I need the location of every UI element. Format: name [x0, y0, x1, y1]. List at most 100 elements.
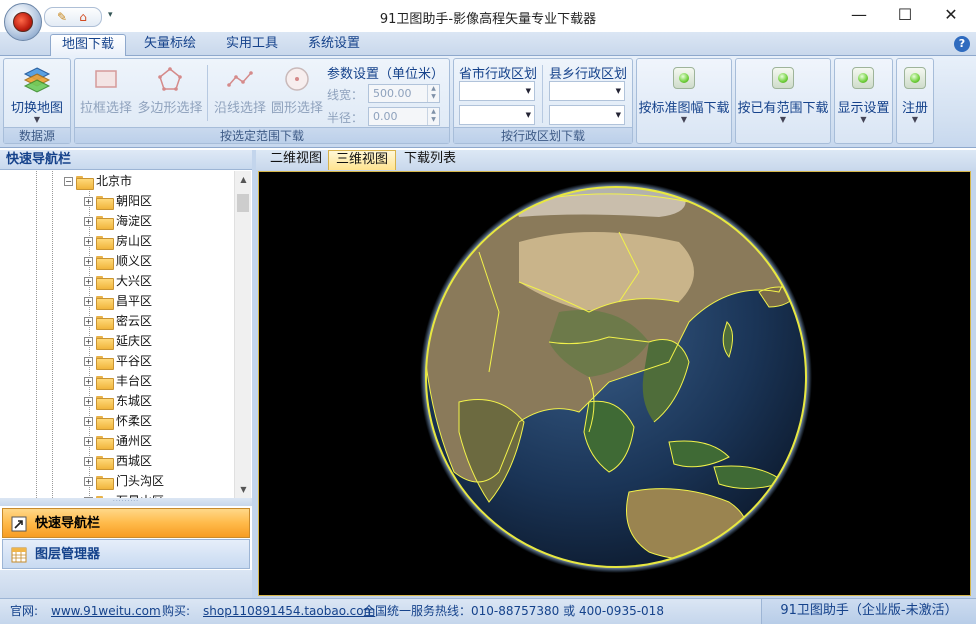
expand-icon[interactable]: + — [84, 377, 93, 386]
tree-node-label: 东城区 — [116, 394, 153, 408]
tree-node-label: 门头沟区 — [116, 474, 165, 488]
tree-node-label: 大兴区 — [116, 274, 153, 288]
spinner-arrows-icon[interactable]: ▲ ▼ — [427, 85, 439, 102]
layer-manager-button[interactable]: 图层管理器 — [2, 539, 250, 569]
folder-icon — [96, 395, 114, 410]
tab-utilities[interactable]: 实用工具 — [214, 34, 290, 56]
display-settings-label: 显示设置 — [837, 101, 890, 116]
minimize-button[interactable]: — — [836, 4, 882, 28]
collapse-icon[interactable]: − — [64, 177, 73, 186]
tree-node[interactable]: + 朝阳区 — [84, 191, 152, 211]
expand-icon[interactable]: + — [84, 217, 93, 226]
tree-node[interactable]: + 平谷区 — [84, 351, 152, 371]
website-link[interactable]: www.91weitu.com — [51, 599, 161, 623]
scroll-thumb[interactable] — [237, 194, 249, 212]
tree-node[interactable]: + 房山区 — [84, 231, 152, 251]
register-button[interactable]: 注册 ▼ — [896, 58, 934, 144]
window-title: 91卫图助手-影像高程矢量专业下载器 — [379, 12, 597, 27]
tree-node[interactable]: + 西城区 — [84, 451, 152, 471]
rect-select-button[interactable]: 拉框选择 — [77, 63, 135, 125]
city-select[interactable]: ▼ — [459, 105, 535, 125]
tree-node[interactable]: + 怀柔区 — [84, 411, 152, 431]
tree-scrollbar[interactable]: ▲ ▼ — [234, 171, 251, 498]
tree-node-root[interactable]: − 北京市 — [64, 171, 132, 191]
expand-icon[interactable]: + — [84, 397, 93, 406]
radius-value: 0.00 — [373, 110, 398, 123]
tree-node-label: 密云区 — [116, 314, 153, 328]
tree-node[interactable]: + 密云区 — [84, 311, 152, 331]
shop-link[interactable]: shop110891454.taobao.com — [203, 599, 375, 623]
nav-panel-button-label: 快速导航栏 — [35, 516, 101, 531]
line-width-input[interactable]: 500.00 ▲ ▼ — [368, 84, 440, 103]
view-tab-bar: 二维视图 三维视图 下载列表 — [256, 150, 976, 170]
switch-map-label: 切换地图 — [10, 101, 63, 116]
help-icon[interactable]: ? — [954, 36, 970, 52]
globe-3d-view[interactable] — [258, 171, 971, 596]
standard-sheet-download-button[interactable]: 按标准图幅下载 ▼ — [636, 58, 732, 144]
status-bar: 官网: www.91weitu.com 购买: shop110891454.ta… — [0, 598, 976, 624]
tree-node[interactable]: +石景山区 — [84, 491, 164, 498]
expand-icon[interactable]: + — [84, 257, 93, 266]
tree-node[interactable]: + 顺义区 — [84, 251, 152, 271]
divider — [207, 65, 208, 121]
website-label: 官网: — [10, 604, 39, 618]
circle-select-button[interactable]: 圆形选择 — [269, 63, 325, 125]
radius-input[interactable]: 0.00 ▲ ▼ — [368, 107, 440, 126]
expand-icon[interactable]: + — [84, 297, 93, 306]
expand-icon[interactable]: + — [84, 337, 93, 346]
folder-icon — [96, 195, 114, 210]
close-button[interactable]: ✕ — [928, 4, 974, 28]
folder-icon — [96, 255, 114, 270]
rectangle-icon — [95, 70, 117, 88]
tree-node[interactable]: + 门头沟区 — [84, 471, 164, 491]
switch-map-button[interactable]: 切换地图 ▼ — [4, 63, 70, 125]
tree-node[interactable]: + 丰台区 — [84, 371, 152, 391]
tree-node[interactable]: + 延庆区 — [84, 331, 152, 351]
tab-2d-view[interactable]: 二维视图 — [262, 150, 330, 170]
group-admin-download-label: 按行政区划下载 — [454, 127, 632, 143]
globe-image[interactable] — [259, 172, 971, 596]
tab-3d-view[interactable]: 三维视图 — [328, 150, 396, 170]
panel-splitter[interactable]: ········· — [0, 498, 252, 506]
tab-download-list[interactable]: 下载列表 — [396, 150, 464, 170]
expand-icon[interactable]: + — [84, 277, 93, 286]
line-width-value: 500.00 — [373, 87, 412, 100]
chevron-down-icon: ▼ — [911, 115, 919, 124]
nav-panel-button[interactable]: 快速导航栏 — [2, 508, 250, 538]
tree-node-label: 顺义区 — [116, 254, 153, 268]
title-bar: ✎ ⌂ ▾ 91卫图助手-影像高程矢量专业下载器 — ☐ ✕ — [0, 0, 976, 32]
line-select-button[interactable]: 沿线选择 — [211, 63, 269, 125]
expand-icon[interactable]: + — [84, 357, 93, 366]
county-select[interactable]: ▼ — [549, 81, 625, 101]
nav-panel-title: 快速导航栏 — [0, 150, 252, 170]
tab-vector-plot[interactable]: 矢量标绘 — [132, 34, 208, 56]
display-settings-button[interactable]: 显示设置 ▼ — [834, 58, 893, 144]
expand-icon[interactable]: + — [84, 317, 93, 326]
scroll-down-icon[interactable]: ▼ — [235, 481, 252, 498]
expand-icon[interactable]: + — [84, 457, 93, 466]
app-menu-button[interactable] — [4, 3, 42, 41]
expand-icon[interactable]: + — [84, 437, 93, 446]
spinner-arrows-icon[interactable]: ▲ ▼ — [427, 108, 439, 125]
app-logo-icon — [13, 12, 33, 32]
tree-node[interactable]: + 大兴区 — [84, 271, 152, 291]
tab-system-settings[interactable]: 系统设置 — [296, 34, 372, 56]
shortcut-arrow-icon — [11, 516, 27, 532]
maximize-button[interactable]: ☐ — [882, 4, 928, 28]
scroll-up-icon[interactable]: ▲ — [235, 171, 252, 188]
tab-map-download[interactable]: 地图下载 — [50, 34, 126, 56]
town-select[interactable]: ▼ — [549, 105, 625, 125]
tree-node[interactable]: + 通州区 — [84, 431, 152, 451]
tree-node[interactable]: + 东城区 — [84, 391, 152, 411]
folder-icon — [96, 415, 114, 430]
polygon-select-button[interactable]: 多边形选择 — [135, 63, 205, 125]
expand-icon[interactable]: + — [84, 477, 93, 486]
expand-icon[interactable]: + — [84, 197, 93, 206]
province-select[interactable]: ▼ — [459, 81, 535, 101]
existing-range-download-button[interactable]: 按已有范围下载 ▼ — [735, 58, 831, 144]
tree-node[interactable]: + 海淀区 — [84, 211, 152, 231]
line-width-label: 线宽： — [327, 88, 364, 102]
tree-node[interactable]: + 昌平区 — [84, 291, 152, 311]
expand-icon[interactable]: + — [84, 417, 93, 426]
expand-icon[interactable]: + — [84, 237, 93, 246]
